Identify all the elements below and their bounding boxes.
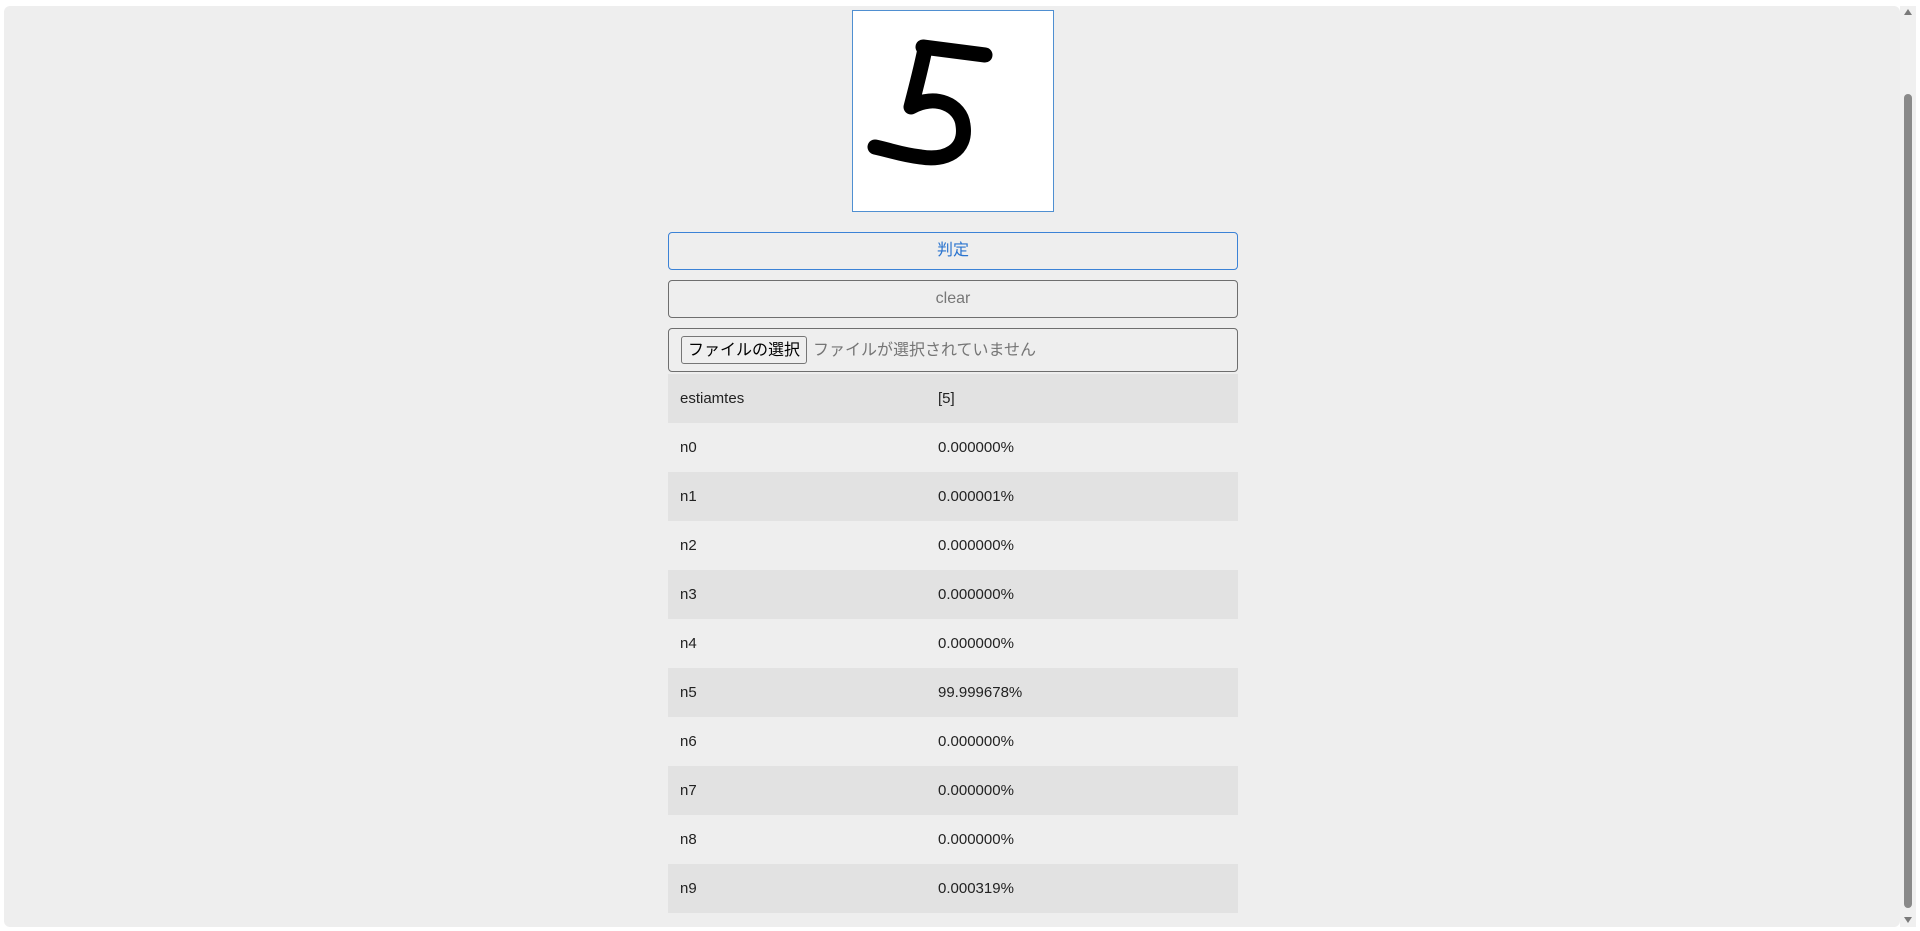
judge-button[interactable]: 判定: [668, 232, 1238, 270]
clear-button[interactable]: clear: [668, 280, 1238, 318]
estimate-label: estiamtes: [680, 390, 745, 407]
table-row: n0 0.000000%: [668, 423, 1238, 472]
row-value: 0.000001%: [938, 488, 1014, 505]
row-label: n2: [680, 537, 697, 554]
row-value: 0.000000%: [938, 635, 1014, 652]
table-row: n7 0.000000%: [668, 766, 1238, 815]
table-row: n6 0.000000%: [668, 717, 1238, 766]
row-label: n3: [680, 586, 697, 603]
row-label: n6: [680, 733, 697, 750]
table-row: n1 0.000001%: [668, 472, 1238, 521]
row-label: n8: [680, 831, 697, 848]
table-row: n3 0.000000%: [668, 570, 1238, 619]
table-row: n8 0.000000%: [668, 815, 1238, 864]
table-row: n4 0.000000%: [668, 619, 1238, 668]
scroll-up-icon[interactable]: [1904, 9, 1912, 15]
row-label: n1: [680, 488, 697, 505]
row-value: 0.000000%: [938, 537, 1014, 554]
row-value: 0.000000%: [938, 586, 1014, 603]
row-value: 99.999678%: [938, 684, 1023, 701]
row-label: n4: [680, 635, 697, 652]
row-value: 0.000319%: [938, 880, 1014, 897]
vertical-scrollbar[interactable]: [1900, 6, 1916, 927]
table-row: n5 99.999678%: [668, 668, 1238, 717]
row-label: n7: [680, 782, 697, 799]
drawing-canvas[interactable]: [852, 10, 1054, 212]
row-value: 0.000000%: [938, 733, 1014, 750]
table-row: n9 0.000319%: [668, 864, 1238, 913]
row-value: 0.000000%: [938, 831, 1014, 848]
file-input[interactable]: ファイルの選択 ファイルが選択されていません: [668, 328, 1238, 372]
scrollbar-thumb[interactable]: [1904, 94, 1912, 908]
page-viewport: 判定 clear ファイルの選択 ファイルが選択されていません estiamte…: [4, 6, 1900, 927]
handwritten-digit-drawing: [867, 39, 993, 166]
row-label: n9: [680, 880, 697, 897]
row-label: n0: [680, 439, 697, 456]
row-value: 0.000000%: [938, 439, 1014, 456]
file-status-text: ファイルが選択されていません: [813, 340, 1037, 359]
results-table: estiamtes [5] n0 0.000000% n1 0.000001% …: [668, 374, 1238, 913]
scroll-down-icon[interactable]: [1904, 917, 1912, 923]
estimate-value: [5]: [938, 390, 955, 407]
row-label: n5: [680, 684, 697, 701]
row-value: 0.000000%: [938, 782, 1014, 799]
estimate-row: estiamtes [5]: [668, 374, 1238, 423]
choose-file-button[interactable]: ファイルの選択: [681, 336, 808, 364]
table-row: n2 0.000000%: [668, 521, 1238, 570]
